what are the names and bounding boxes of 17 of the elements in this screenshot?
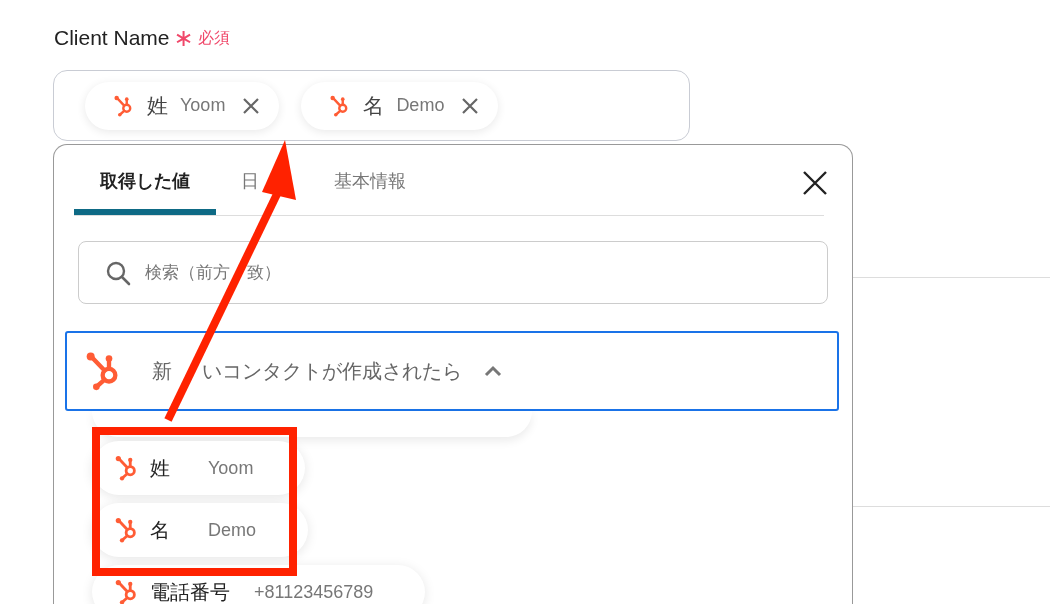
tab[interactable]: 日 xyxy=(241,171,259,191)
required-text: 必須 xyxy=(197,27,230,48)
tab[interactable]: 取得した値 xyxy=(74,145,216,215)
required-mark: ∗ xyxy=(173,28,194,48)
field-label: Client Name xyxy=(54,26,170,50)
tag-field[interactable]: 姓 Yoom 名 Demo xyxy=(53,70,690,141)
tab[interactable]: 基本情報 xyxy=(334,171,406,191)
search-field[interactable]: 検索（前方 致） xyxy=(78,241,828,304)
value-tag[interactable]: 名 Demo xyxy=(301,81,499,130)
group-title: いコンタクトが作成されたら xyxy=(202,358,462,384)
search-placeholder: 致） xyxy=(247,262,281,284)
group-title: 新 xyxy=(152,358,172,384)
search-icon xyxy=(105,259,131,286)
search-placeholder: 検索（前方 xyxy=(145,262,230,284)
value-tag[interactable]: 姓 Yoom xyxy=(85,81,280,130)
close-icon[interactable] xyxy=(802,170,828,196)
group-header[interactable]: 新 いコンタクトが作成されたら xyxy=(65,331,839,411)
